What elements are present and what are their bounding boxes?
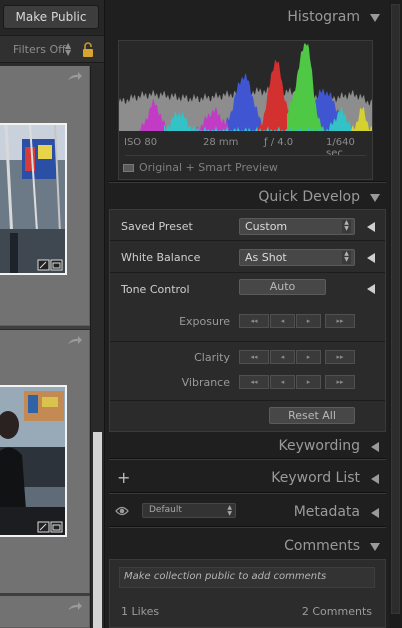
exposure-step-buttons: ◂◂ ◂ ▸ ▸▸ xyxy=(239,314,355,328)
vibrance-step-buttons: ◂◂ ◂ ▸ ▸▸ xyxy=(239,375,355,389)
photo-thumbnail[interactable] xyxy=(0,123,67,275)
comment-placeholder: Make collection public to add comments xyxy=(124,571,327,582)
expand-triangle-icon[interactable] xyxy=(367,284,375,294)
row-divider xyxy=(110,240,385,241)
expand-triangle-icon[interactable] xyxy=(371,474,379,484)
filters-dropdown[interactable]: Filters Off xyxy=(13,43,66,56)
comments-panel: Make collection public to add comments 1… xyxy=(109,559,386,628)
chevron-up-down-icon: ▲ ▼ xyxy=(342,251,351,264)
clarity-increase-large-button[interactable]: ▸▸ xyxy=(325,350,355,364)
focal-length-value: 28 mm xyxy=(203,137,239,148)
expand-triangle-icon[interactable] xyxy=(371,442,379,452)
vibrance-decrease-large-button[interactable]: ◂◂ xyxy=(239,375,269,389)
vibrance-increase-large-button[interactable]: ▸▸ xyxy=(325,375,355,389)
quick-develop-title: Quick Develop xyxy=(258,189,360,205)
clarity-decrease-button[interactable]: ◂ xyxy=(270,350,295,364)
exposure-label: Exposure xyxy=(179,315,230,328)
iso-value: ISO 80 xyxy=(124,137,158,148)
grid-scrollbar[interactable] xyxy=(90,66,104,628)
comments-title: Comments xyxy=(284,538,360,554)
collapse-triangle-icon[interactable] xyxy=(370,14,380,22)
vibrance-increase-button[interactable]: ▸ xyxy=(296,375,321,389)
clarity-increase-button[interactable]: ▸ xyxy=(296,350,321,364)
clarity-decrease-large-button[interactable]: ◂◂ xyxy=(239,350,269,364)
histogram-divider xyxy=(125,155,366,156)
comment-input[interactable]: Make collection public to add comments xyxy=(119,567,375,588)
auto-tone-button[interactable]: Auto xyxy=(239,279,326,295)
row-divider xyxy=(110,272,385,273)
histogram-title: Histogram xyxy=(287,9,360,25)
likes-count: 1 Likes xyxy=(121,605,160,618)
keyword-list-header[interactable]: Keyword List xyxy=(109,465,386,493)
exposure-decrease-large-button[interactable]: ◂◂ xyxy=(239,314,269,328)
clarity-label: Clarity xyxy=(194,351,230,364)
grid-view-panel: Make Public Filters Off ▲ ▼ xyxy=(0,0,104,628)
collection-badge-icons xyxy=(37,259,63,271)
exposure-increase-button[interactable]: ▸ xyxy=(296,314,321,328)
collapse-triangle-icon[interactable] xyxy=(370,194,380,202)
exif-info-bar: ISO 80 28 mm ƒ / 4.0 1/640 sec xyxy=(119,137,372,159)
tone-control-label: Tone Control xyxy=(121,283,190,296)
expand-triangle-icon[interactable] xyxy=(367,253,375,263)
exposure-increase-large-button[interactable]: ▸▸ xyxy=(325,314,355,328)
vibrance-decrease-button[interactable]: ◂ xyxy=(270,375,295,389)
histogram-header[interactable]: Histogram xyxy=(109,4,386,32)
comments-count: 2 Comments xyxy=(301,605,372,618)
clarity-step-buttons: ◂◂ ◂ ▸ ▸▸ xyxy=(239,350,355,364)
chevron-up-down-icon: ▲ ▼ xyxy=(227,504,232,517)
keyword-list-title: Keyword List xyxy=(271,470,360,486)
share-arrow-icon[interactable] xyxy=(67,602,83,612)
keywording-title: Keywording xyxy=(278,438,360,454)
panel-divider xyxy=(109,492,386,494)
panel-divider xyxy=(109,181,386,183)
white-balance-label: White Balance xyxy=(121,251,201,264)
quick-develop-panel: Saved Preset Custom ▲ ▼ White Balance As … xyxy=(109,209,386,432)
photo-image xyxy=(0,125,65,273)
exposure-decrease-button[interactable]: ◂ xyxy=(270,314,295,328)
panel-scrollbar-thumb[interactable] xyxy=(391,4,400,614)
top-toolbar: Make Public xyxy=(0,0,104,35)
make-public-button[interactable]: Make Public xyxy=(3,5,99,29)
smart-preview-icon xyxy=(123,164,134,172)
panel-divider xyxy=(109,526,386,528)
quick-develop-header[interactable]: Quick Develop xyxy=(109,184,386,212)
filter-bar: Filters Off ▲ ▼ xyxy=(0,35,104,63)
grid-cell[interactable] xyxy=(0,596,90,628)
right-panel: Histogram ISO 80 28 mm ƒ / 4.0 1/640 sec… xyxy=(104,0,389,628)
photo-image xyxy=(0,387,65,535)
cell-divider xyxy=(0,326,90,329)
share-arrow-icon[interactable] xyxy=(67,72,83,82)
collapse-triangle-icon[interactable] xyxy=(370,543,380,551)
aperture-value: ƒ / 4.0 xyxy=(264,137,294,148)
lock-icon[interactable] xyxy=(81,41,95,58)
histogram-panel[interactable]: ISO 80 28 mm ƒ / 4.0 1/640 sec Original … xyxy=(118,40,373,180)
grid-scrollbar-thumb[interactable] xyxy=(93,432,102,628)
panel-scrollbar[interactable] xyxy=(389,0,402,628)
photo-thumbnail[interactable] xyxy=(0,385,67,537)
metadata-title: Metadata xyxy=(293,504,360,520)
vibrance-label: Vibrance xyxy=(181,376,230,389)
keywording-header[interactable]: Keywording xyxy=(109,433,386,461)
metadata-preset-dropdown[interactable]: Default ▲ ▼ xyxy=(142,503,236,518)
row-divider xyxy=(110,400,385,401)
comments-header[interactable]: Comments xyxy=(109,533,386,561)
chevron-up-down-icon: ▲ ▼ xyxy=(342,220,351,233)
eye-icon[interactable] xyxy=(115,505,129,517)
preview-status-label: Original + Smart Preview xyxy=(139,161,278,174)
reset-all-button[interactable]: Reset All xyxy=(269,407,355,424)
collection-badge-icons xyxy=(37,521,63,533)
saved-preset-dropdown[interactable]: Custom ▲ ▼ xyxy=(239,218,355,235)
add-keyword-button[interactable]: + xyxy=(117,468,130,487)
share-arrow-icon[interactable] xyxy=(67,336,83,346)
row-divider xyxy=(110,341,385,342)
expand-triangle-icon[interactable] xyxy=(371,508,379,518)
expand-triangle-icon[interactable] xyxy=(367,222,375,232)
white-balance-dropdown[interactable]: As Shot ▲ ▼ xyxy=(239,249,355,266)
histogram-graph xyxy=(119,43,372,131)
saved-preset-label: Saved Preset xyxy=(121,220,193,233)
chevron-up-down-icon[interactable]: ▲ ▼ xyxy=(65,42,71,57)
